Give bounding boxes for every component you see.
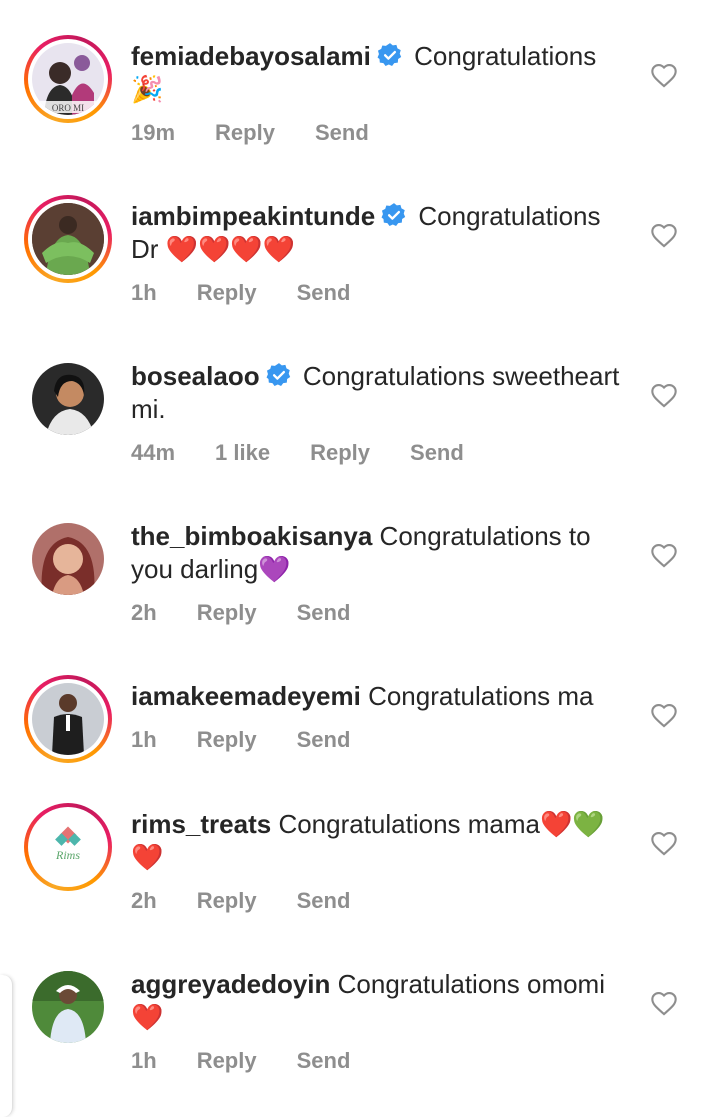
avatar-photo (32, 203, 104, 275)
comment-emoji: ❤️ (131, 1002, 164, 1032)
avatar[interactable] (24, 515, 112, 603)
avatar[interactable] (24, 355, 112, 443)
verified-badge-icon (381, 203, 406, 227)
comment-meta: 2h Reply Send (131, 888, 390, 914)
comment-meta: 1h Reply Send (131, 727, 390, 753)
comment-body: femiadebayosalami Congratulations 🎉 (131, 40, 626, 106)
comment-meta: 1h Reply Send (131, 280, 390, 306)
comment-text: Congratulations omomi (337, 969, 605, 999)
avatar[interactable] (24, 195, 112, 283)
timestamp: 1h (131, 727, 157, 752)
send-button[interactable]: Send (297, 600, 351, 626)
timestamp: 19m (131, 120, 176, 145)
username[interactable]: aggreyadedoyin (131, 969, 330, 999)
comment-meta: 1h Reply Send (131, 1048, 390, 1074)
comment-meta: 19m Reply Send (131, 120, 409, 146)
verified-badge-icon (266, 363, 290, 387)
reply-button[interactable]: Reply (197, 1048, 257, 1074)
reply-button[interactable]: Reply (197, 280, 257, 306)
heart-outline-icon[interactable] (650, 62, 678, 88)
avatar[interactable]: ORO MI (24, 35, 112, 123)
avatar[interactable] (24, 675, 112, 763)
send-button[interactable]: Send (315, 120, 369, 146)
avatar[interactable]: Rims (24, 803, 112, 891)
verified-badge-icon (377, 43, 402, 67)
reply-button[interactable]: Reply (197, 888, 257, 914)
reply-button[interactable]: Reply (215, 120, 275, 146)
heart-outline-icon[interactable] (650, 542, 678, 568)
username[interactable]: the_bimboakisanya (131, 521, 372, 551)
heart-outline-icon[interactable] (650, 222, 678, 248)
comment-body: the_bimboakisanya Congratulations to you… (131, 520, 626, 586)
send-button[interactable]: Send (297, 727, 351, 753)
svg-text:Rims: Rims (55, 848, 80, 862)
avatar-photo: ORO MI (32, 43, 104, 115)
timestamp: 2h (131, 600, 157, 625)
username[interactable]: iamakeemadeyemi (131, 681, 361, 711)
avatar-photo (32, 683, 104, 755)
avatar[interactable] (24, 963, 112, 1051)
comment-text: Congratulations (414, 41, 597, 71)
comment-meta: 44m 1 like Reply Send (131, 440, 504, 466)
timestamp: 1h (131, 1048, 157, 1073)
timestamp: 1h (131, 280, 157, 305)
send-button[interactable]: Send (297, 280, 351, 306)
comment-emoji: 🎉 (131, 74, 164, 104)
comment-text: Congratulations mama (278, 809, 541, 839)
comment-text: Congratulations ma (368, 681, 594, 711)
timestamp: 44m (131, 440, 176, 465)
send-button[interactable]: Send (410, 440, 464, 466)
heart-outline-icon[interactable] (650, 382, 678, 408)
svg-text:ORO MI: ORO MI (52, 103, 84, 113)
side-handle[interactable] (0, 975, 13, 1117)
heart-outline-icon[interactable] (650, 830, 678, 856)
heart-outline-icon[interactable] (650, 702, 678, 728)
avatar-photo (32, 363, 104, 435)
comment-emoji: 💜 (258, 554, 291, 584)
avatar-photo (32, 523, 104, 595)
timestamp: 2h (131, 888, 157, 913)
reply-button[interactable]: Reply (197, 600, 257, 626)
avatar-photo (32, 971, 104, 1043)
comment-body: iambimpeakintunde Congratulations Dr ❤️❤… (131, 200, 626, 266)
send-button[interactable]: Send (297, 888, 351, 914)
comment-body: rims_treats Congratulations mama❤️💚❤️ (131, 808, 626, 874)
comment-body: bosealaoo Congratulations sweetheart mi. (131, 360, 626, 426)
username[interactable]: rims_treats (131, 809, 271, 839)
heart-outline-icon[interactable] (650, 990, 678, 1016)
username[interactable]: bosealaoo (131, 361, 260, 391)
username[interactable]: femiadebayosalami (131, 41, 371, 71)
avatar-photo: Rims (32, 811, 104, 883)
reply-button[interactable]: Reply (310, 440, 370, 466)
username[interactable]: iambimpeakintunde (131, 201, 375, 231)
reply-button[interactable]: Reply (197, 727, 257, 753)
like-count[interactable]: 1 like (215, 440, 270, 466)
comment-body: iamakeemadeyemi Congratulations ma (131, 680, 626, 713)
comment-emoji: ❤️❤️❤️❤️ (165, 234, 296, 264)
comment-body: aggreyadedoyin Congratulations omomi ❤️ (131, 968, 626, 1034)
comment-meta: 2h Reply Send (131, 600, 390, 626)
send-button[interactable]: Send (297, 1048, 351, 1074)
